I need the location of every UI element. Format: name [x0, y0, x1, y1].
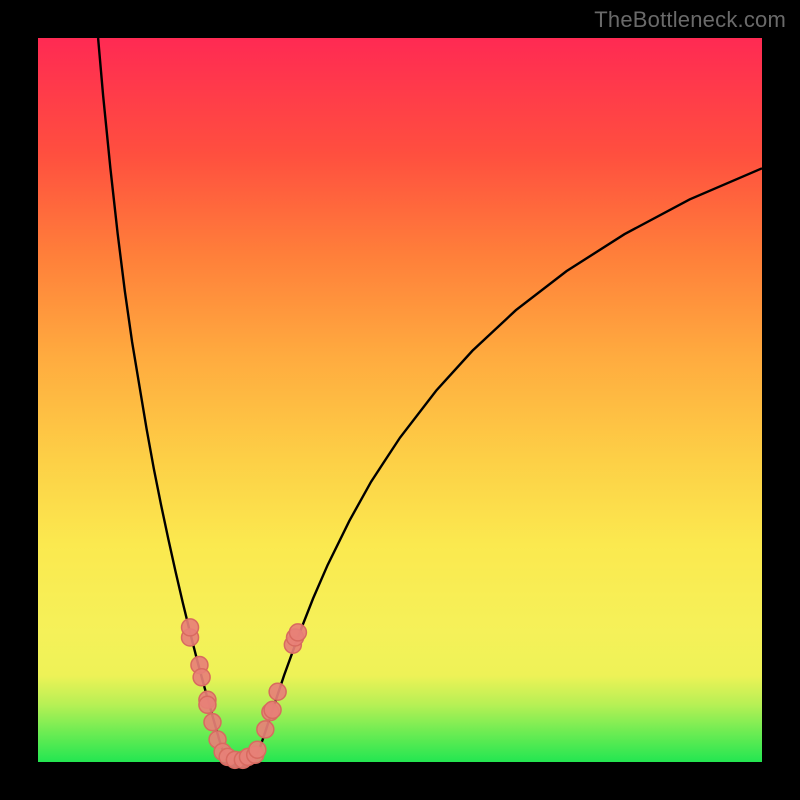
bottleneck-curve-right: [259, 168, 762, 750]
data-point: [204, 714, 221, 731]
data-point: [199, 696, 216, 713]
data-point: [269, 683, 286, 700]
data-point: [257, 721, 274, 738]
curve-group: [98, 38, 762, 762]
data-points-group: [182, 619, 307, 768]
data-point: [289, 624, 306, 641]
data-point: [249, 741, 266, 758]
chart-svg: [38, 38, 762, 762]
data-point: [182, 619, 199, 636]
data-point: [193, 669, 210, 686]
watermark-text: TheBottleneck.com: [594, 7, 786, 33]
bottleneck-curve-left: [98, 38, 223, 750]
data-point: [264, 701, 281, 718]
